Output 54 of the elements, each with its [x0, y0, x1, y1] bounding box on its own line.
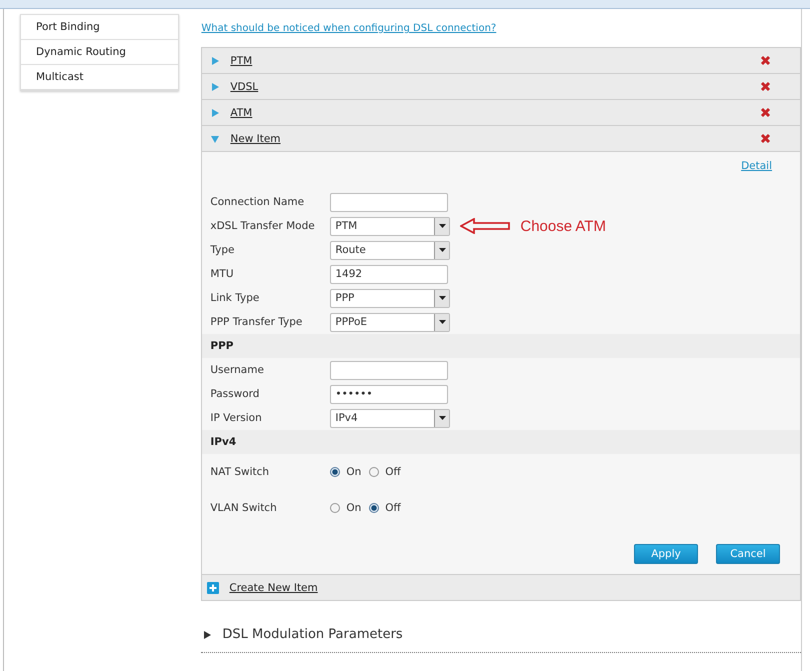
dropdown[interactable]: IPv4 [330, 408, 450, 428]
dropdown[interactable]: PTM [330, 216, 450, 236]
sidebar-item[interactable]: Port Binding [21, 15, 178, 40]
field-label: Username [210, 364, 265, 376]
field-label: Password [210, 388, 260, 400]
field-label: Type [210, 244, 236, 256]
password-field[interactable]: •••••• [330, 384, 448, 404]
dropdown[interactable]: Route [330, 240, 450, 260]
input-field[interactable]: 1492 [330, 264, 448, 284]
field-label: IP Version [210, 412, 263, 424]
field-label: MTU [210, 268, 235, 280]
radio-label: Off [385, 502, 401, 514]
field-label: PPP Transfer Type [210, 316, 304, 328]
connection-link[interactable]: PTM [230, 54, 252, 66]
arrow-icon [460, 218, 510, 234]
connection-link[interactable]: ATM [230, 106, 252, 118]
field-label: NAT Switch [210, 466, 270, 478]
radio-button[interactable] [369, 467, 380, 477]
annotation-text: Choose ATM [520, 218, 606, 234]
radio-label: On [346, 502, 362, 514]
help-link[interactable]: What should be noticed when configuring DSL connection? [201, 23, 802, 47]
caret-down-icon [438, 416, 446, 420]
caret-down-icon [438, 248, 446, 252]
caret-down-icon [438, 224, 446, 228]
delete-icon[interactable] [760, 55, 772, 66]
caret-down-icon [438, 320, 446, 324]
caret-down-icon[interactable] [210, 134, 220, 144]
radio-label: Off [385, 466, 401, 478]
section-title: PPP [210, 340, 234, 352]
delete-icon[interactable] [760, 107, 772, 118]
field-label: Link Type [210, 292, 260, 304]
plus-icon[interactable] [207, 582, 220, 594]
sidebar-item[interactable]: Multicast [21, 65, 178, 90]
dropdown[interactable]: PPP [330, 288, 450, 308]
field-label: xDSL Transfer Mode [210, 220, 316, 232]
caret-down-icon [438, 296, 446, 300]
dropdown[interactable]: PPPoE [330, 312, 450, 332]
caret-right-icon[interactable] [203, 630, 212, 640]
input-field[interactable] [330, 192, 448, 212]
section-title: IPv4 [210, 436, 236, 448]
sidebar-item[interactable]: Dynamic Routing [21, 40, 178, 65]
radio-button[interactable] [330, 467, 340, 477]
connection-link[interactable]: New Item [230, 132, 281, 144]
section-heading[interactable]: DSL Modulation Parameters [222, 627, 403, 642]
delete-icon[interactable] [760, 133, 772, 144]
field-label: VLAN Switch [210, 502, 278, 514]
radio-button[interactable] [369, 503, 380, 513]
radio-button[interactable] [330, 503, 340, 513]
input-field[interactable] [330, 360, 448, 380]
create-link[interactable]: Create New Item [229, 582, 318, 594]
radio-label: On [346, 466, 362, 478]
field-label: Connection Name [210, 196, 306, 208]
delete-icon[interactable] [760, 81, 772, 92]
connection-link[interactable]: VDSL [230, 80, 258, 92]
